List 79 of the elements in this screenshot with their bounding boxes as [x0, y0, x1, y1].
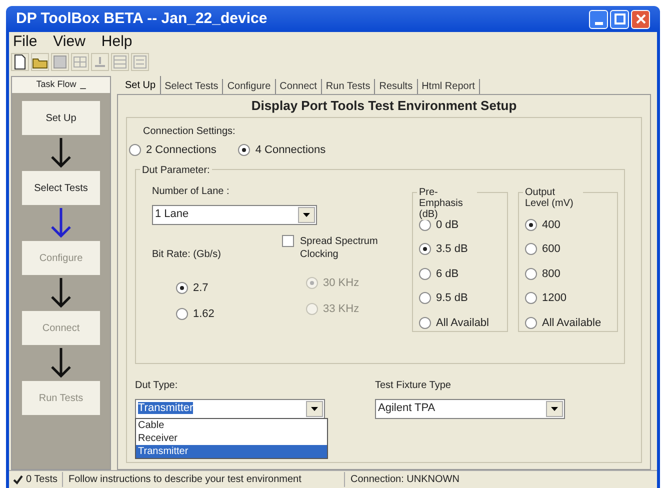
maximize-button[interactable]	[610, 10, 629, 28]
dropdown-arrow-button[interactable]	[546, 400, 563, 416]
tab[interactable]: Connect	[276, 79, 322, 94]
radio-button[interactable]	[238, 144, 250, 156]
status-text: Follow instructions to describe your test environment	[62, 472, 342, 487]
option-label: 600	[542, 242, 560, 257]
option-label: 800	[542, 266, 560, 282]
option-label: 6 dB	[436, 266, 459, 282]
new-file-icon	[12, 54, 28, 70]
list-option[interactable]: Cable	[136, 418, 327, 432]
radio-button[interactable]	[525, 268, 537, 280]
list-icon	[132, 54, 148, 70]
menu-item[interactable]: File	[13, 30, 38, 54]
option-label: 1200	[542, 291, 566, 306]
caret-icon	[311, 406, 318, 410]
group-label: Output Level (mV)	[523, 186, 583, 208]
checkbox-label: Spread Spectrum Clocking	[300, 234, 379, 260]
group-label: Pre-Emphasis (dB)	[417, 186, 477, 220]
field-label: Number of Lane :	[152, 184, 230, 198]
status-text: Connection: UNKNOWN	[344, 472, 524, 487]
field-label: Test Fixture Type	[375, 378, 452, 392]
window-title: DP ToolBox BETA -- Jan_22_device	[16, 8, 268, 29]
dropdown-arrow-button[interactable]	[306, 400, 323, 416]
table-icon	[112, 54, 128, 70]
dropdown[interactable]: Transmitter	[135, 398, 325, 418]
checkbox[interactable]	[282, 234, 294, 246]
field-label: Dut Type:	[135, 378, 179, 392]
option-label: 33 KHz	[323, 302, 360, 317]
option-label: All Available	[542, 316, 602, 330]
tab[interactable]: Html Report	[418, 79, 480, 94]
radio-button[interactable]	[419, 243, 431, 256]
close-button[interactable]	[631, 10, 650, 28]
minimize-icon	[594, 22, 602, 25]
dropdown[interactable]: Agilent TPA	[375, 398, 565, 418]
option-label: 1.62	[193, 307, 214, 322]
maximize-icon	[612, 11, 628, 27]
radio-button[interactable]	[525, 316, 537, 329]
section-label: Connection Settings:	[143, 125, 236, 139]
option-label: 9.5 dB	[436, 291, 468, 306]
toolbar-button[interactable]	[11, 53, 29, 71]
list-option[interactable]: Transmitter	[136, 444, 327, 458]
option-label: 2.7	[193, 280, 208, 296]
option-label: 30 KHz	[323, 276, 360, 290]
tab[interactable]: Select Tests	[160, 79, 224, 94]
tab[interactable]: Run Tests	[322, 79, 376, 94]
page-heading: Display Port Tools Test Environment Setup	[250, 97, 518, 115]
option-label: 4 Connections	[255, 143, 326, 158]
caret-icon	[303, 212, 310, 216]
option-label: All Availabl	[436, 316, 489, 330]
option-label: 3.5 dB	[436, 242, 468, 257]
dropdown-arrow-button[interactable]	[298, 206, 315, 222]
panel-title: Task Flow	[36, 78, 76, 92]
step-button[interactable]: Select Tests	[22, 171, 100, 205]
option-label: 2 Connections	[146, 143, 216, 158]
grid-icon	[72, 54, 88, 70]
radio-button[interactable]	[419, 292, 431, 304]
radio-button[interactable]	[525, 218, 537, 231]
radio-button[interactable]	[129, 144, 141, 156]
minimize-button[interactable]	[589, 10, 608, 28]
status-text: 0 Tests	[26, 473, 58, 487]
tab[interactable]: Configure	[223, 79, 276, 94]
option-label: 400	[542, 218, 560, 232]
toolbar-button[interactable]	[31, 53, 49, 71]
list-option[interactable]: Receiver	[136, 432, 327, 444]
radio-button[interactable]	[525, 292, 537, 304]
step-button[interactable]: Set Up	[22, 101, 100, 135]
tab[interactable]: Results	[375, 79, 418, 94]
minimize-button[interactable]: _	[80, 80, 86, 90]
radio-button[interactable]	[419, 268, 431, 280]
field-label: Bit Rate: (Gb/s)	[152, 248, 222, 262]
option-label: 0 dB	[436, 218, 459, 232]
radio-button[interactable]	[525, 243, 537, 256]
dropdown[interactable]: 1 Lane	[152, 204, 317, 224]
menu-item[interactable]: View	[53, 30, 86, 54]
radio-button[interactable]	[176, 282, 188, 294]
radio-button[interactable]	[176, 308, 188, 320]
caret-icon	[551, 406, 558, 410]
menu-item[interactable]: Help	[101, 30, 132, 54]
radio-button[interactable]	[419, 316, 431, 329]
